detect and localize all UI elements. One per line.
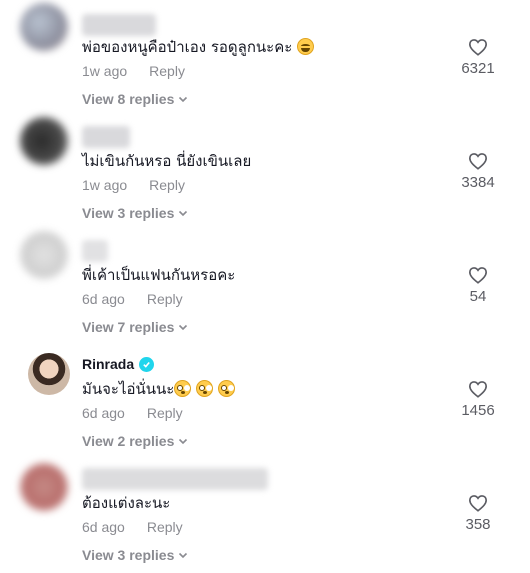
comment-item: พี่เค้าเป็นแฟนกันหรอคะ 6d ago Reply View …: [0, 231, 530, 345]
comment-meta: 6d ago Reply: [82, 405, 183, 421]
avatar[interactable]: [20, 3, 68, 51]
like-button[interactable]: 3384: [448, 152, 508, 191]
like-count: 1456: [461, 402, 495, 419]
comment-meta: 6d ago Reply: [82, 291, 183, 307]
reply-button[interactable]: Reply: [147, 405, 183, 421]
comment-meta: 1w ago Reply: [82, 177, 185, 193]
username-row: Rinrada: [82, 356, 155, 372]
like-button[interactable]: 358: [448, 494, 508, 533]
heart-icon: [468, 495, 488, 512]
view-replies-button[interactable]: View 3 replies: [82, 205, 188, 221]
comment-time: 6d ago: [82, 291, 125, 307]
flushed-emoji-icon: [217, 380, 235, 397]
comment-time: 1w ago: [82, 177, 128, 193]
reply-button[interactable]: Reply: [147, 291, 183, 307]
username-redacted[interactable]: [82, 126, 130, 148]
comment-meta: 6d ago Reply: [82, 519, 183, 535]
view-replies-label: View 3 replies: [82, 205, 175, 221]
avatar[interactable]: [20, 117, 68, 165]
comment-text: พ่อของหนูคือป๋าเอง รอดูลูกนะคะ: [82, 35, 315, 59]
heart-icon: [468, 267, 488, 284]
avatar[interactable]: [28, 353, 70, 395]
comment-text: ไม่เขินกันหรอ นี่ยังเขินเลย: [82, 152, 252, 170]
reply-button[interactable]: Reply: [147, 519, 183, 535]
chevron-down-icon: [179, 552, 188, 559]
like-count: 54: [469, 288, 487, 305]
reply-button[interactable]: Reply: [149, 177, 185, 193]
verified-badge-icon: [139, 356, 155, 372]
username[interactable]: Rinrada: [82, 356, 134, 372]
comment-text: ต้องแต่งละนะ: [82, 494, 171, 512]
chevron-down-icon: [179, 438, 188, 445]
view-replies-button[interactable]: View 7 replies: [82, 319, 188, 335]
avatar[interactable]: [20, 463, 68, 511]
view-replies-label: View 2 replies: [82, 433, 175, 449]
laughing-emoji-icon: [297, 38, 315, 55]
avatar[interactable]: [20, 231, 68, 279]
comment-text: พี่เค้าเป็นแฟนกันหรอคะ: [82, 266, 236, 284]
comment-item: Rinrada มันจะไอ่นั่นนะ 6d ago Reply View …: [0, 345, 530, 459]
comment-time: 1w ago: [82, 63, 128, 79]
like-button[interactable]: 1456: [448, 380, 508, 419]
comment-item: ไม่เขินกันหรอ นี่ยังเขินเลย 1w ago Reply …: [0, 117, 530, 231]
comment-text: มันจะไอ่นั่นนะ: [82, 377, 235, 401]
chevron-down-icon: [179, 324, 188, 331]
comment-item: พ่อของหนูคือป๋าเอง รอดูลูกนะคะ 1w ago Rep…: [0, 3, 530, 117]
view-replies-label: View 7 replies: [82, 319, 175, 335]
username-redacted[interactable]: [82, 468, 268, 490]
like-count: 3384: [461, 174, 495, 191]
heart-icon: [468, 153, 488, 170]
chevron-down-icon: [179, 210, 188, 217]
heart-icon: [468, 39, 488, 56]
like-button[interactable]: 54: [448, 266, 508, 305]
reply-button[interactable]: Reply: [149, 63, 185, 79]
comment-time: 6d ago: [82, 519, 125, 535]
comment-meta: 1w ago Reply: [82, 63, 185, 79]
username-redacted[interactable]: [82, 240, 108, 262]
view-replies-button[interactable]: View 2 replies: [82, 433, 188, 449]
comment-time: 6d ago: [82, 405, 125, 421]
chevron-down-icon: [179, 96, 188, 103]
like-count: 6321: [461, 60, 495, 77]
like-button[interactable]: 6321: [448, 38, 508, 77]
heart-icon: [468, 381, 488, 398]
view-replies-button[interactable]: View 3 replies: [82, 547, 188, 563]
comment-item: ต้องแต่งละนะ 6d ago Reply View 3 replies …: [0, 459, 530, 573]
username-redacted[interactable]: [82, 14, 156, 36]
view-replies-button[interactable]: View 8 replies: [82, 91, 188, 107]
flushed-emoji-icon: [196, 380, 214, 397]
like-count: 358: [465, 516, 491, 533]
flushed-emoji-icon: [174, 380, 192, 397]
view-replies-label: View 3 replies: [82, 547, 175, 563]
view-replies-label: View 8 replies: [82, 91, 175, 107]
